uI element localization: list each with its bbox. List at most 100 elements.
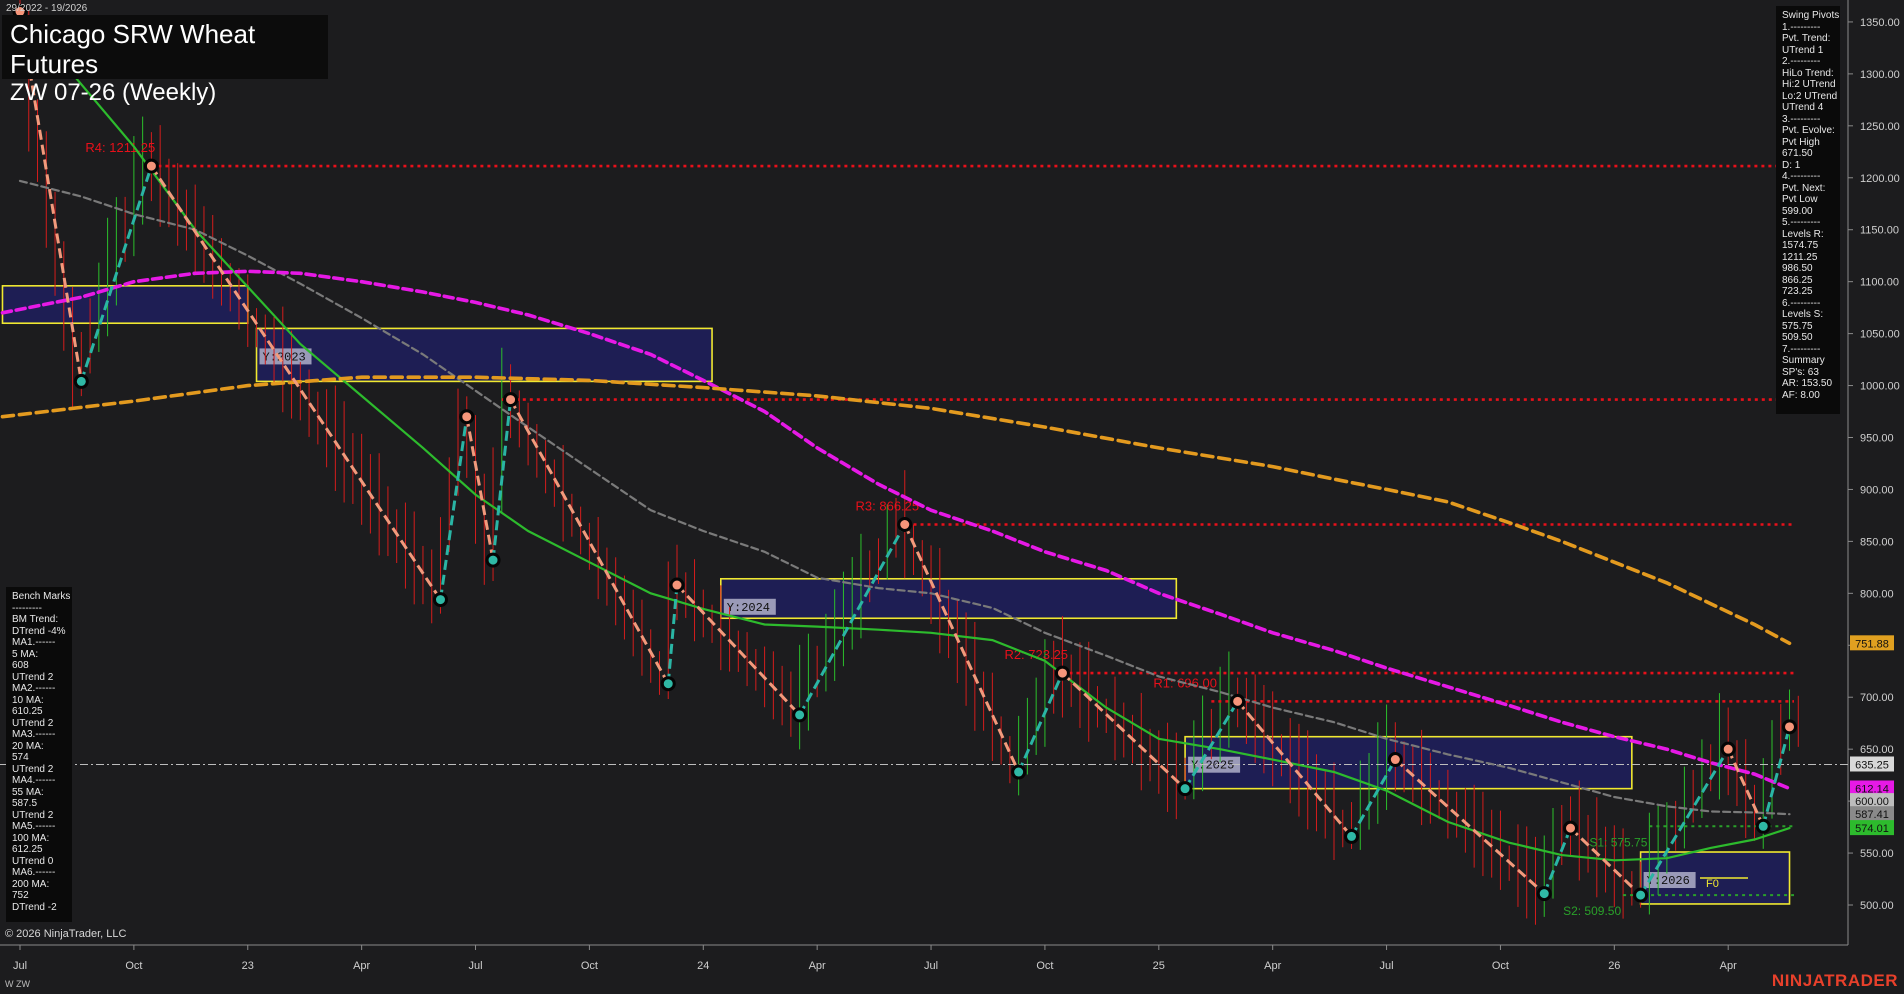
swing-leg xyxy=(150,165,442,601)
swing-pivots-line: 866.25 xyxy=(1782,274,1813,286)
y-tick-label: 650.00 xyxy=(1860,744,1894,756)
y-tick-label: 700.00 xyxy=(1860,692,1894,704)
swing-pivots-line: SP's: 63 xyxy=(1782,366,1819,378)
x-tick-label: 26 xyxy=(1608,960,1620,972)
bench-marks-line: 610.25 xyxy=(12,706,43,717)
swing-pivots-line: 7.--------- xyxy=(1782,343,1821,355)
price-marker-label: 587.41 xyxy=(1855,809,1889,821)
swing-pivots-line: 723.25 xyxy=(1782,286,1813,297)
swing-pivot-marker xyxy=(1782,719,1798,735)
swing-pivots-line: 1.--------- xyxy=(1782,21,1821,33)
swing-pivots-line: D: 1 xyxy=(1782,159,1801,171)
bench-marks-line: DTrend -2 xyxy=(12,901,57,913)
price-marker-label: 635.25 xyxy=(1855,759,1889,771)
swing-pivot-marker xyxy=(1536,886,1552,902)
swing-pivots-line: UTrend 1 xyxy=(1782,44,1824,56)
brand-logo: NINJATRADER xyxy=(1771,971,1898,990)
swing-pivots-line: Swing Pivots xyxy=(1782,10,1840,21)
swing-pivots-line: 599.00 xyxy=(1782,205,1813,217)
bench-marks-line: 10 MA: xyxy=(12,694,44,706)
bench-marks-line: 5 MA: xyxy=(12,648,39,660)
bench-marks-line: MA6.------ xyxy=(12,867,56,878)
support-label: S1: 575.75 xyxy=(1589,835,1647,849)
y-tick-label: 1000.00 xyxy=(1860,381,1900,393)
bench-marks-line: DTrend -4% xyxy=(12,625,66,637)
swing-pivot-marker xyxy=(485,552,501,568)
swing-leg xyxy=(1017,672,1064,773)
swing-pivot-marker xyxy=(1177,781,1193,797)
x-tick-label: 23 xyxy=(242,960,254,972)
swing-pivots-line: Pvt High xyxy=(1782,136,1820,148)
swing-pivots-line: Pvt Low xyxy=(1782,194,1818,205)
y-tick-label: 1050.00 xyxy=(1860,329,1900,341)
bench-marks-line: 752 xyxy=(12,890,29,901)
swing-pivot-marker xyxy=(432,592,448,608)
swing-pivots-line: AR: 153.50 xyxy=(1782,378,1833,389)
x-tick-label: 24 xyxy=(697,960,709,972)
x-tick-label: Oct xyxy=(581,960,598,972)
bench-marks-line: MA3.------ xyxy=(12,729,56,740)
y-tick-label: 1200.00 xyxy=(1860,173,1900,185)
bench-marks-panel: Bench Marks --------- BM Trend: DTrend -4% M… xyxy=(6,587,72,922)
bench-marks-line: 55 MA: xyxy=(12,786,44,798)
swing-pivot-marker xyxy=(669,577,685,593)
swing-pivots-line: Pvt. Evolve: xyxy=(1782,125,1835,136)
bench-marks-line: UTrend 2 xyxy=(12,763,54,775)
y-tick-label: 1250.00 xyxy=(1860,121,1900,133)
bench-marks-line: 574 xyxy=(12,752,29,763)
bench-marks-line: --------- xyxy=(12,602,42,614)
y-tick-label: 800.00 xyxy=(1860,588,1894,600)
price-marker-label: 574.01 xyxy=(1855,823,1889,835)
x-tick-label: Apr xyxy=(809,960,826,972)
y-tick-label: 900.00 xyxy=(1860,484,1894,496)
instrument-tag: W ZW xyxy=(5,979,30,989)
swing-pivot-marker xyxy=(1344,828,1360,844)
x-tick-label: Oct xyxy=(1036,960,1053,972)
swing-pivots-line: 6.--------- xyxy=(1782,297,1821,309)
x-tick-label: 25 xyxy=(1153,960,1165,972)
x-tick-label: Apr xyxy=(1720,960,1737,972)
swing-pivot-marker xyxy=(73,373,89,389)
x-tick-label: Apr xyxy=(353,960,370,972)
bench-marks-line: 200 MA: xyxy=(12,878,50,890)
f0-label: F0 xyxy=(1706,878,1719,890)
x-tick-label: Oct xyxy=(1492,960,1509,972)
swing-pivots-line: Pvt. Next: xyxy=(1782,182,1826,194)
swing-pivots-panel: Swing Pivots 1.--------- Pvt. Trend: UTrend… xyxy=(1776,6,1840,414)
swing-pivot-marker xyxy=(1720,741,1736,757)
swing-pivots-line: Pvt. Trend: xyxy=(1782,33,1831,44)
swing-pivot-marker xyxy=(459,409,475,425)
x-tick-label: Apr xyxy=(1264,960,1281,972)
swing-pivots-line: 986.50 xyxy=(1782,263,1813,274)
swing-pivot-marker xyxy=(1054,665,1070,681)
price-chart[interactable]: 500.00550.00600.00650.00700.00750.00800.… xyxy=(0,0,1904,994)
bench-marks-line: UTrend 2 xyxy=(12,717,54,729)
bench-marks-line: UTrend 2 xyxy=(12,809,54,821)
bench-marks-line: Bench Marks xyxy=(12,591,71,602)
x-tick-label: Jul xyxy=(13,960,27,972)
swing-pivots-line: Summary xyxy=(1782,355,1825,366)
y-tick-label: 1150.00 xyxy=(1860,225,1899,237)
swing-leg xyxy=(1542,827,1572,895)
bench-marks-line: UTrend 0 xyxy=(12,855,54,867)
y-tick-label: 950.00 xyxy=(1860,432,1894,444)
swing-pivot-marker xyxy=(1633,887,1649,903)
swing-pivot-marker xyxy=(1755,818,1771,834)
y-tick-label: 500.00 xyxy=(1860,900,1894,912)
swing-pivots-line: Levels R: xyxy=(1782,228,1824,240)
swing-pivot-marker xyxy=(143,158,159,174)
swing-pivot-marker xyxy=(792,707,808,723)
swing-pivots-line: Hi:2 UTrend xyxy=(1782,79,1836,90)
swing-leg xyxy=(1761,726,1791,827)
x-tick-label: Oct xyxy=(125,960,142,972)
x-tick-label: Jul xyxy=(468,960,482,972)
swing-pivots-line: AF: 8.00 xyxy=(1782,389,1820,401)
bench-marks-line: MA1.------ xyxy=(12,637,56,648)
swing-pivot-marker xyxy=(660,676,676,692)
year-box xyxy=(255,327,713,383)
chart-title-box: Chicago SRW Wheat Futures ZW 07-26 (Week… xyxy=(2,15,328,106)
year-box-label: Y:2023 xyxy=(263,350,306,364)
swing-leg xyxy=(798,523,907,716)
swing-pivot-marker xyxy=(1011,764,1027,780)
bench-marks-line: BM Trend: xyxy=(12,614,59,625)
